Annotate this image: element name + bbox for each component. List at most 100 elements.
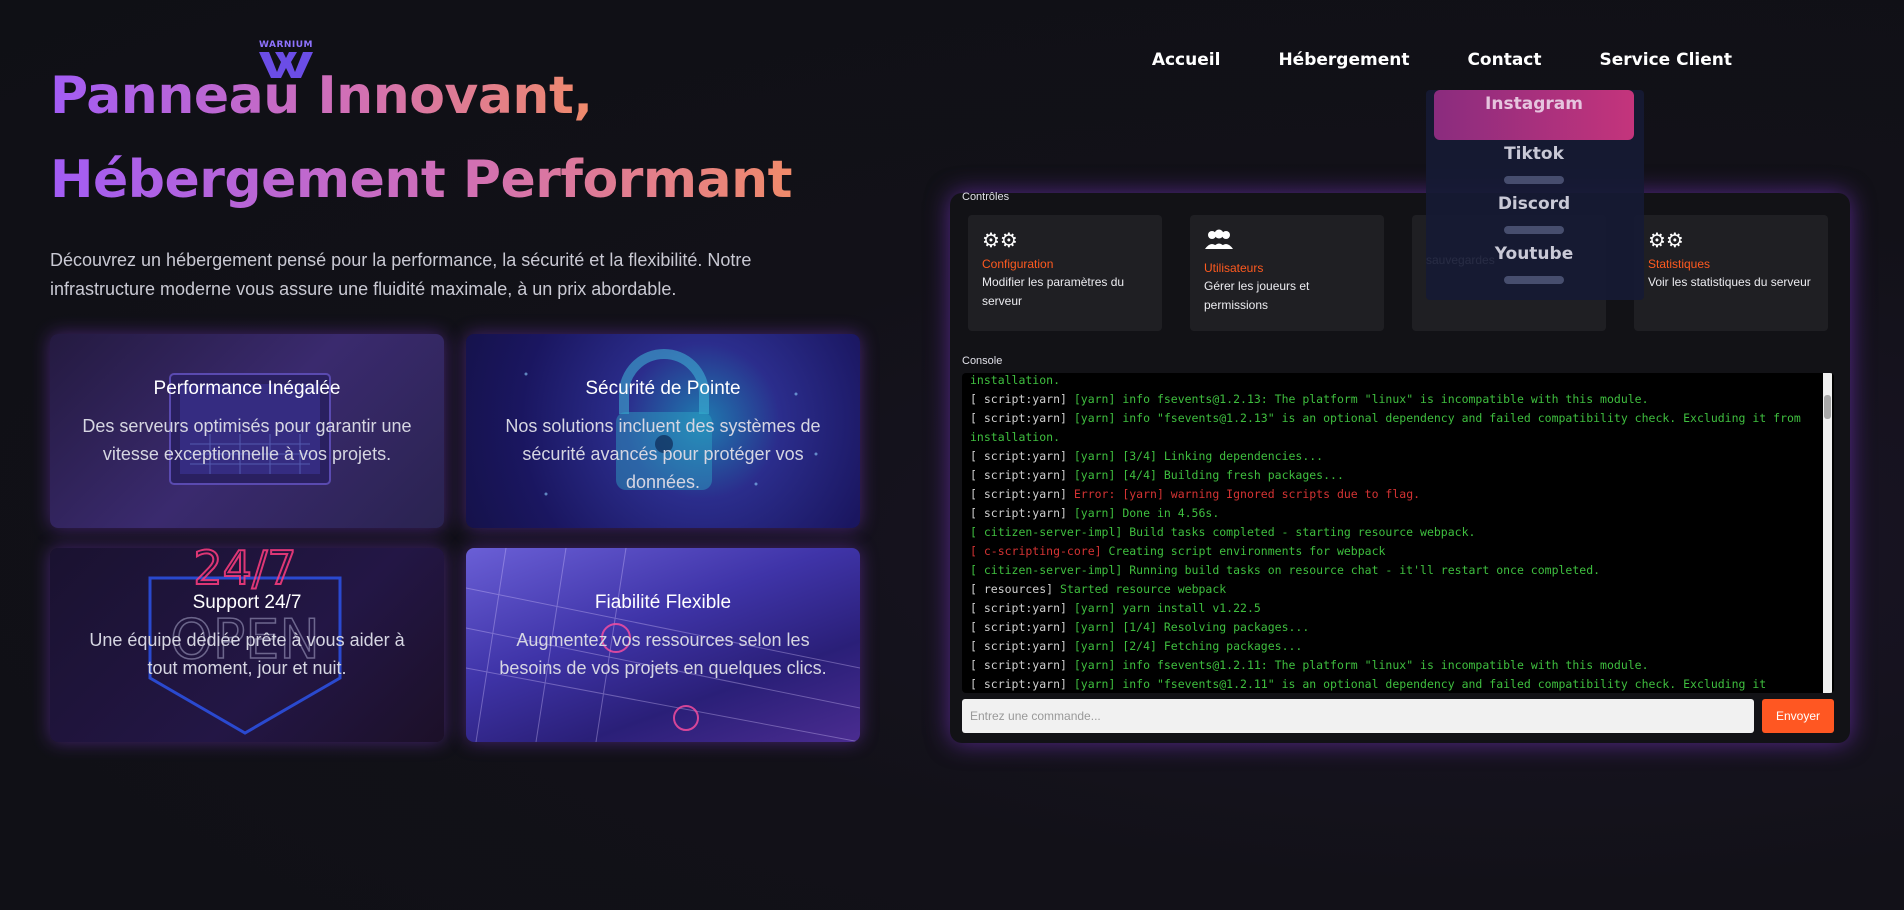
console-line: [ script:yarn] [yarn] info "fsevents@1.2… (970, 409, 1820, 428)
discord-icon (1504, 226, 1564, 234)
server-panel: Contrôles ⚙⚙ Configuration Modifier les … (950, 191, 1850, 743)
console-line-segment: [ resources] (970, 582, 1061, 596)
control-description-line-1: Modifier les paramètres du (982, 275, 1125, 289)
console-line: [ citizen-server-impl] Running build tas… (970, 561, 1820, 580)
console-line-segment: [ script:yarn] (970, 468, 1074, 482)
console-label: Console (962, 355, 1003, 367)
console-line-segment: [ script:yarn] (970, 620, 1074, 634)
console-line-segment: [yarn] [1/4] Resolving packages... (1073, 620, 1310, 634)
control-description-line-2: permissions (1204, 298, 1269, 312)
console-line: [ script:yarn] [yarn] Done in 4.56s. (970, 504, 1820, 523)
control-description-line-1: Gérer les joueurs et (1204, 279, 1310, 293)
nav-contact[interactable]: Contact (1467, 50, 1541, 70)
users-icon (1204, 229, 1370, 257)
console-line: installation. (970, 428, 1820, 447)
console-line-segment: [yarn] info "fsevents@1.2.11" is an opti… (1073, 677, 1767, 691)
console-line-segment: [yarn] [3/4] Linking dependencies... (1073, 449, 1324, 463)
controls-label: Contrôles (962, 191, 1010, 203)
console-line-segment: [yarn] [2/4] Fetching packages... (1073, 639, 1303, 653)
console-line: [ script:yarn] Error: [yarn] warning Ign… (970, 485, 1820, 504)
console-line-segment: installation. (970, 430, 1061, 444)
feature-card-fiabilite: Fiabilité Flexible Augmentez vos ressour… (466, 548, 860, 742)
feature-card-performance: Performance Inégalée Des serveurs optimi… (50, 334, 444, 528)
console-line: [ script:yarn] [yarn] [2/4] Fetching pac… (970, 637, 1820, 656)
console-line: [ script:yarn] [yarn] info fsevents@1.2.… (970, 390, 1820, 409)
feature-title: Sécurité de Pointe (585, 378, 741, 399)
control-description: Modifier les paramètres du serveur (982, 273, 1148, 311)
console-line: [ resources] Started resource webpack (970, 580, 1820, 599)
console-line-segment: [ script:yarn] (970, 677, 1074, 691)
send-button[interactable]: Envoyer (1762, 699, 1834, 733)
console-line: [ script:yarn] [yarn] [3/4] Linking depe… (970, 447, 1820, 466)
control-description-line-2: serveur (982, 294, 1023, 308)
control-description: Gérer les joueurs et permissions (1204, 277, 1370, 315)
feature-description: Augmentez vos ressources selon les besoi… (499, 630, 827, 678)
control-title: Utilisateurs (1204, 261, 1264, 275)
console-line: [ script:yarn] [yarn] info "fsevents@1.2… (970, 675, 1820, 693)
console-line: [ script:yarn] [yarn] info fsevents@1.2.… (970, 656, 1820, 675)
command-input[interactable] (962, 699, 1754, 733)
hero-description: Découvrez un hébergement pensé pour la p… (50, 246, 860, 304)
control-card-configuration[interactable]: ⚙⚙ Configuration Modifier les paramètres… (968, 215, 1162, 331)
console-line-segment: [ script:yarn] (970, 639, 1074, 653)
feature-description: Des serveurs optimisés pour garantir une… (82, 416, 412, 464)
neon-24-7-text: 24/7 (193, 548, 296, 595)
console-line-segment: [yarn] [4/4] Building fresh packages... (1073, 468, 1344, 482)
console-line-segment: [yarn] info fsevents@1.2.13: The platfor… (1073, 392, 1649, 406)
console-line: [ script:yarn] [yarn] [1/4] Resolving pa… (970, 618, 1820, 637)
console-line-segment: Error: [yarn] warning Ignored scripts du… (1073, 487, 1421, 501)
console-line-segment: [ script:yarn] (970, 487, 1074, 501)
feature-card-securite: Sécurité de Pointe Nos solutions incluen… (466, 334, 860, 528)
console-line-segment: [yarn] yarn install v1.22.5 (1073, 601, 1261, 615)
console-line-segment: [ c-scripting-core] (970, 544, 1109, 558)
gears-icon: ⚙⚙ (982, 230, 1018, 252)
console-scrollbar[interactable] (1823, 373, 1832, 693)
nav-hebergement[interactable]: Hébergement (1278, 50, 1409, 70)
hero-title-line-2: Hébergement Performant (50, 150, 793, 210)
console-line: [ c-scripting-core] Creating script envi… (970, 542, 1820, 561)
feature-description: Une équipe dédiée prête à vous aider à t… (89, 630, 405, 678)
control-card-utilisateurs[interactable]: Utilisateurs Gérer les joueurs et permis… (1190, 215, 1384, 331)
console-line-segment: [ script:yarn] (970, 411, 1074, 425)
console-line-segment: [ script:yarn] (970, 658, 1074, 672)
hero-description-line-1: Découvrez un hébergement pensé pour la p… (50, 250, 752, 270)
tiktok-icon (1504, 176, 1564, 184)
console-line-segment: [ script:yarn] (970, 449, 1074, 463)
social-item-tiktok[interactable]: Tiktok (1434, 140, 1634, 190)
control-title: Configuration (982, 257, 1054, 271)
hero-description-line-2: infrastructure moderne vous assure une f… (50, 279, 677, 299)
console-line-segment: installation. (970, 373, 1061, 387)
scrollbar-thumb[interactable] (1824, 395, 1831, 419)
console-line-segment: [ citizen-server-impl] Build tasks compl… (970, 525, 1476, 539)
console-line-segment: [ script:yarn] (970, 506, 1074, 520)
console-line-segment: [ citizen-server-impl] Running build tas… (970, 563, 1601, 577)
console-line-segment: [ script:yarn] (970, 601, 1074, 615)
control-description-line-1: Voir les statistiques du serveur (1648, 275, 1811, 289)
console-line: [ script:yarn] [yarn] [4/4] Building fre… (970, 466, 1820, 485)
console-line-segment: [yarn] info "fsevents@1.2.13" is an opti… (1073, 411, 1801, 425)
nav-accueil[interactable]: Accueil (1152, 50, 1221, 70)
console-line-segment: [yarn] Done in 4.56s. (1073, 506, 1220, 520)
control-description: Voir les statistiques du serveur (1648, 273, 1814, 292)
social-item-instagram[interactable]: Instagram (1434, 90, 1634, 140)
console-line-segment: [yarn] info fsevents@1.2.11: The platfor… (1073, 658, 1649, 672)
console-line-segment: Creating script environments for webpack (1108, 544, 1386, 558)
nav-service-client[interactable]: Service Client (1600, 50, 1732, 70)
feature-title: Support 24/7 (192, 592, 302, 613)
console-line: [ citizen-server-impl] Build tasks compl… (970, 523, 1820, 542)
social-item-discord[interactable]: Discord (1434, 190, 1634, 240)
console-line-segment: [ script:yarn] (970, 392, 1074, 406)
youtube-icon (1504, 276, 1564, 284)
social-item-label: Instagram (1485, 94, 1583, 114)
console-lines: installation. [ script:yarn] [yarn] info … (970, 373, 1820, 693)
control-title: Statistiques (1648, 257, 1711, 271)
hero-title-line-1: Panneau Innovant, (50, 66, 593, 126)
console-output[interactable]: installation. [ script:yarn] [yarn] info … (962, 373, 1834, 693)
feature-title: Fiabilité Flexible (594, 592, 732, 613)
console-line: [ script:yarn] [yarn] yarn install v1.22… (970, 599, 1820, 618)
social-dropdown: Instagram Tiktok Discord Youtube (1426, 90, 1644, 300)
control-card-statistiques[interactable]: ⚙⚙ Statistiques Voir les statistiques du… (1634, 215, 1828, 331)
console-line-segment: Started resource webpack (1060, 582, 1227, 596)
social-item-youtube[interactable]: Youtube (1434, 240, 1634, 290)
feature-description: Nos solutions incluent des systèmes de s… (505, 416, 821, 492)
